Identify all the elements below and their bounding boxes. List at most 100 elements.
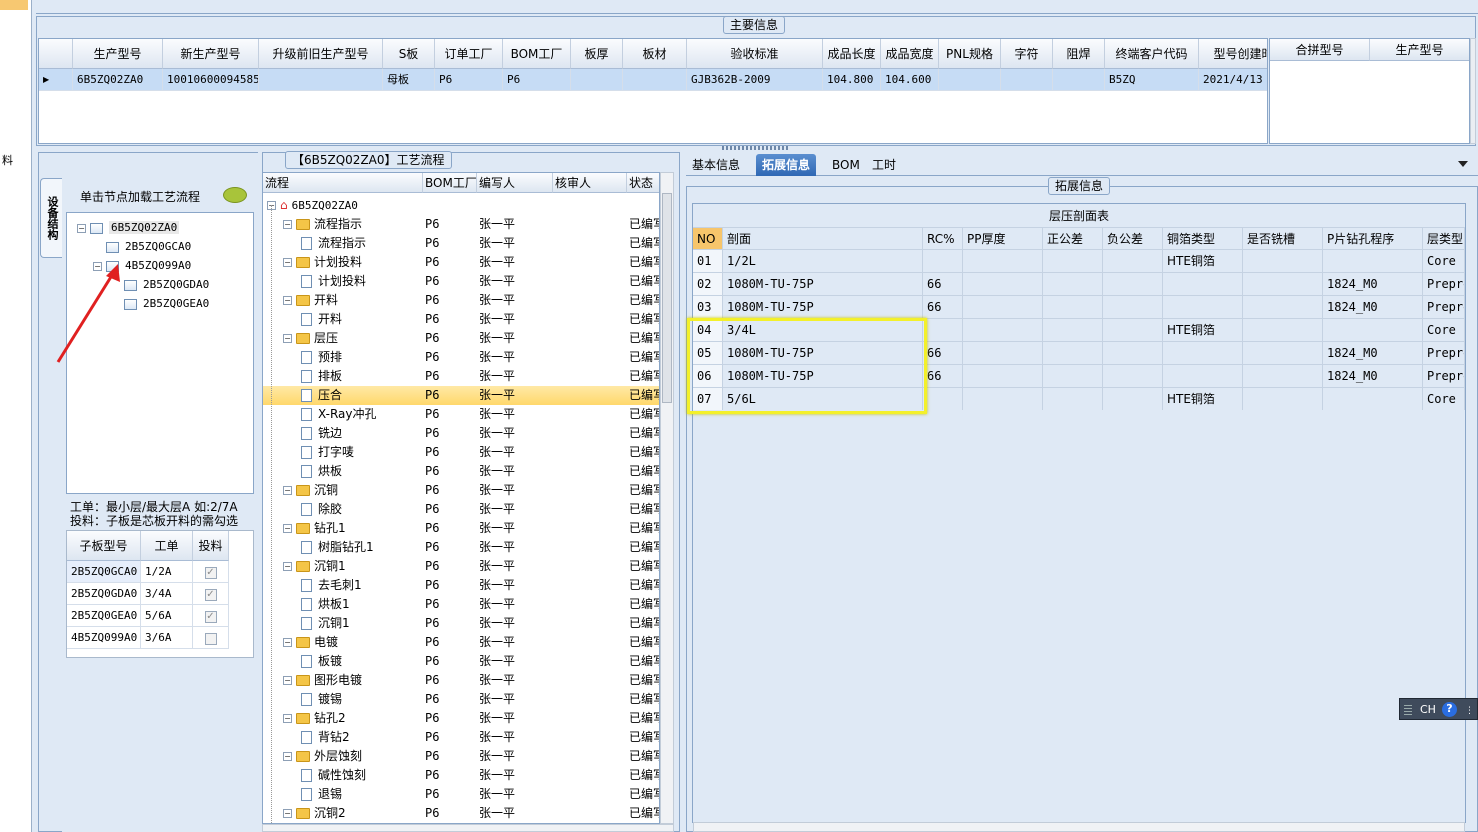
table-cell[interactable]: 母板 (383, 69, 435, 91)
main-info-grid[interactable]: 生产型号 新生产型号 升级前旧生产型号 S板 订单工厂 BOM工厂 板厚 板材 验收标准 成品长度… (38, 38, 1268, 144)
process-row[interactable]: − 层压 P6 张一平 已编写 (263, 329, 659, 348)
table-cell[interactable]: 104.800 (823, 69, 881, 91)
lamination-cell[interactable]: Core (1423, 319, 1465, 342)
ime-toolbar[interactable]: CH ? ⋮ (1399, 698, 1478, 720)
process-step[interactable]: 去毛刺1 (301, 576, 362, 595)
table-cell[interactable] (939, 69, 1001, 91)
expand-toggle-icon[interactable]: − (283, 486, 292, 495)
process-row[interactable]: 除胶 P6 张一平 已编写 (263, 500, 659, 519)
process-step[interactable]: 镀锡 (301, 690, 342, 709)
process-step[interactable]: 背钻2 (301, 728, 350, 747)
ime-menu-icon[interactable]: ⋮ (1465, 701, 1474, 721)
expand-toggle-icon[interactable]: − (283, 752, 292, 761)
lamination-hscrollbar[interactable] (693, 822, 1465, 832)
sub-board-order[interactable]: 3/6A (141, 627, 193, 649)
process-row[interactable]: − 沉铜2 P6 张一平 已编写 (263, 804, 659, 823)
lamination-cell[interactable] (1043, 273, 1103, 296)
process-step[interactable]: 退锡 (301, 785, 342, 804)
lamination-column-header[interactable]: 剖面 (723, 228, 923, 250)
lamination-cell[interactable] (1043, 319, 1103, 342)
sub-board-grid[interactable]: 子板型号 工单 投料 2B5ZQ0GCA0 1/2A ✓ 2B5ZQ0GDA0 3/4A ✓ 2B… (66, 530, 254, 658)
process-row[interactable]: X-Ray冲孔 P6 张一平 已编写 (263, 405, 659, 424)
table-cell[interactable] (259, 69, 383, 91)
column-header[interactable]: 验收标准 (687, 39, 823, 69)
lamination-column-header[interactable]: 正公差 (1043, 228, 1103, 250)
process-step[interactable]: − 开料 (283, 291, 338, 310)
lamination-cell[interactable] (1243, 319, 1323, 342)
expand-toggle-icon[interactable]: − (283, 809, 292, 818)
comment-icon[interactable] (223, 187, 247, 203)
process-step[interactable]: 铣边 (301, 424, 342, 443)
column-header[interactable]: 型号创建时间 (1199, 39, 1267, 69)
lamination-column-header[interactable]: RC% (923, 228, 963, 250)
process-row[interactable]: 压合 P6 张一平 已编写 (263, 386, 659, 405)
table-cell[interactable]: P6 (503, 69, 571, 91)
column-header[interactable]: 订单工厂 (435, 39, 503, 69)
lamination-cell[interactable] (923, 319, 963, 342)
process-step[interactable]: 碱性蚀刻 (301, 766, 366, 785)
expand-toggle-icon[interactable]: − (283, 676, 292, 685)
tab-extended-info[interactable]: 拓展信息 (756, 154, 817, 176)
column-header[interactable]: BOM工厂 (503, 39, 571, 69)
process-row[interactable]: 计划投料 P6 张一平 已编写 (263, 272, 659, 291)
lamination-column-header[interactable]: 负公差 (1103, 228, 1163, 250)
process-step[interactable]: − 钻孔2 (283, 709, 346, 728)
process-vscrollbar[interactable] (660, 172, 674, 824)
column-header[interactable]: 板材 (623, 39, 687, 69)
lamination-cell[interactable] (1043, 250, 1103, 273)
lamination-cell[interactable] (923, 388, 963, 410)
process-step[interactable]: X-Ray冲孔 (301, 405, 376, 424)
expand-toggle-icon[interactable]: − (283, 714, 292, 723)
selected-nav-item[interactable] (0, 0, 28, 10)
table-cell[interactable] (571, 69, 623, 91)
column-header[interactable]: 终端客户代码 (1105, 39, 1199, 69)
table-cell[interactable]: GJB362B-2009 (687, 69, 823, 91)
lamination-cell[interactable]: 1/2L (723, 250, 923, 273)
lamination-cell[interactable]: HTE铜箔 (1163, 319, 1243, 342)
lamination-cell[interactable] (963, 388, 1043, 410)
lamination-cell[interactable] (1103, 273, 1163, 296)
lamination-cell[interactable]: 1080M-TU-75P (723, 273, 923, 296)
ime-grip-icon[interactable] (1404, 705, 1412, 715)
lamination-column-header[interactable]: PP厚度 (963, 228, 1043, 250)
column-header[interactable]: 板厚 (571, 39, 623, 69)
lamination-cell[interactable] (1043, 342, 1103, 365)
lamination-cell[interactable] (1243, 388, 1323, 410)
lamination-cell[interactable] (1043, 388, 1103, 410)
process-row[interactable]: 烘板 P6 张一平 已编写 (263, 462, 659, 481)
process-row[interactable]: 碱性蚀刻 P6 张一平 已编写 (263, 766, 659, 785)
lamination-cell[interactable] (1043, 296, 1103, 319)
lamination-cell[interactable]: 66 (923, 365, 963, 388)
feed-checkbox[interactable]: ✓ (204, 588, 217, 601)
lamination-cell[interactable] (1243, 296, 1323, 319)
feed-checkbox[interactable]: ✓ (204, 566, 217, 579)
process-row[interactable]: − 开料 P6 张一平 已编写 (263, 291, 659, 310)
ime-language[interactable]: CH (1420, 700, 1436, 720)
lamination-cell[interactable] (963, 319, 1043, 342)
table-cell[interactable]: 104.600 (881, 69, 939, 91)
main-grid-scrollbar[interactable] (1470, 38, 1476, 144)
process-row[interactable]: − 图形电镀 P6 张一平 已编写 (263, 671, 659, 690)
sub-board-feed-cell[interactable]: ✓ (193, 583, 229, 605)
row-indicator[interactable]: ▶ (39, 69, 73, 91)
structure-vertical-tab[interactable]: 设备结构 (40, 178, 62, 258)
process-column-header[interactable]: 流程 (263, 173, 423, 193)
lamination-cell[interactable]: 02 (693, 273, 723, 296)
column-header[interactable]: 升级前旧生产型号 (259, 39, 383, 69)
process-row[interactable]: 流程指示 P6 张一平 已编写 (263, 234, 659, 253)
process-step[interactable]: − 层压 (283, 329, 338, 348)
lamination-column-header[interactable]: P片钻孔程序 (1323, 228, 1423, 250)
lamination-cell[interactable]: Core (1423, 250, 1465, 273)
expand-toggle-icon[interactable]: − (283, 258, 292, 267)
lamination-cell[interactable]: 1824_M0 (1323, 273, 1423, 296)
process-hscrollbar[interactable] (262, 824, 674, 832)
tree-node[interactable]: − 6B5ZQ02ZA0 (77, 219, 180, 237)
lamination-cell[interactable]: Prepreg (1423, 365, 1465, 388)
process-row[interactable]: − 沉铜 P6 张一平 已编写 (263, 481, 659, 500)
lamination-cell[interactable]: 66 (923, 342, 963, 365)
lamination-cell[interactable] (1103, 388, 1163, 410)
sub-column-header[interactable]: 投料 (193, 531, 229, 561)
lamination-cell[interactable]: HTE铜箔 (1163, 388, 1243, 410)
process-step[interactable]: 树脂钻孔1 (301, 538, 374, 557)
process-scroll-thumb[interactable] (662, 193, 672, 403)
